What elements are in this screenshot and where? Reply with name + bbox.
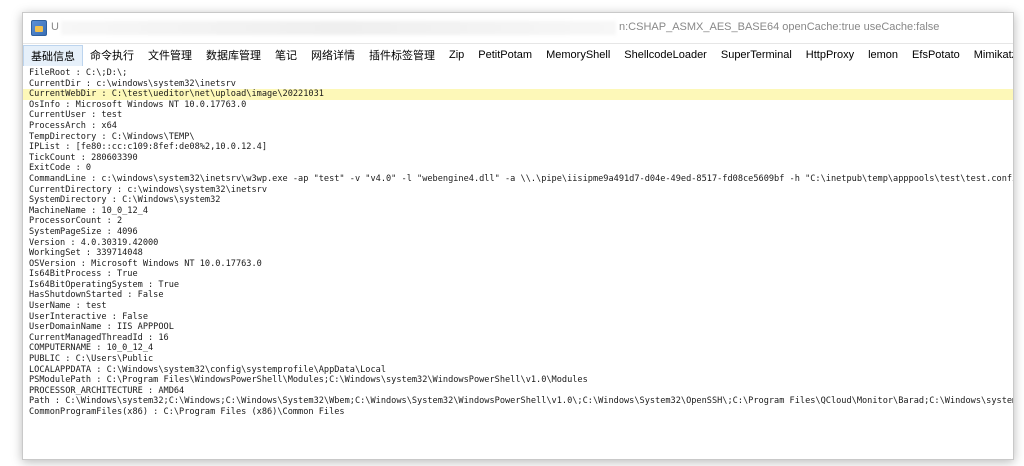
app-window: U n:CSHAP_ASMX_AES_BASE64 openCache:true… <box>22 12 1014 460</box>
tab-item[interactable]: ShellcodeLoader <box>617 44 714 66</box>
info-line[interactable]: CurrentManagedThreadId : 16 <box>23 333 1013 344</box>
window-title-prefix: U <box>51 21 59 33</box>
info-line[interactable]: SystemDirectory : C:\Windows\system32 <box>23 195 1013 206</box>
tab-item[interactable]: 笔记 <box>268 44 304 66</box>
info-line[interactable]: PUBLIC : C:\Users\Public <box>23 354 1013 365</box>
info-line[interactable]: HasShutdownStarted : False <box>23 290 1013 301</box>
app-icon <box>31 20 47 36</box>
info-line[interactable]: Path : C:\Windows\system32;C:\Windows;C:… <box>23 396 1013 407</box>
redacted-title-region <box>61 21 616 35</box>
tab-item[interactable]: Mimikatz <box>967 44 1013 66</box>
info-line[interactable]: PROCESSOR_ARCHITECTURE : AMD64 <box>23 386 1013 397</box>
tab-item[interactable]: 网络详情 <box>304 44 362 66</box>
window-title-suffix: n:CSHAP_ASMX_AES_BASE64 openCache:true u… <box>619 21 940 33</box>
tab-item[interactable]: Zip <box>442 44 471 66</box>
tab-item[interactable]: SuperTerminal <box>714 44 799 66</box>
info-line[interactable]: SystemPageSize : 4096 <box>23 227 1013 238</box>
info-line[interactable]: Version : 4.0.30319.42000 <box>23 238 1013 249</box>
info-line[interactable]: OsInfo : Microsoft Windows NT 10.0.17763… <box>23 100 1013 111</box>
info-line[interactable]: ExitCode : 0 <box>23 163 1013 174</box>
info-line[interactable]: ProcessArch : x64 <box>23 121 1013 132</box>
info-line[interactable]: UserInteractive : False <box>23 312 1013 323</box>
tab-item[interactable]: EfsPotato <box>905 44 967 66</box>
info-line-selected[interactable]: CurrentWebDir : C:\test\ueditor\net\uplo… <box>23 89 1013 100</box>
info-line[interactable]: IPList : [fe80::cc:c109:8fef:de08%2,10.0… <box>23 142 1013 153</box>
info-line[interactable]: PSModulePath : C:\Program Files\WindowsP… <box>23 375 1013 386</box>
info-line[interactable]: TempDirectory : C:\Windows\TEMP\ <box>23 132 1013 143</box>
info-line[interactable]: LOCALAPPDATA : C:\Windows\system32\confi… <box>23 365 1013 376</box>
info-line[interactable]: OSVersion : Microsoft Windows NT 10.0.17… <box>23 259 1013 270</box>
tab-item[interactable]: HttpProxy <box>799 44 861 66</box>
tab-item[interactable]: lemon <box>861 44 905 66</box>
info-line[interactable]: CurrentUser : test <box>23 110 1013 121</box>
info-line[interactable]: UserName : test <box>23 301 1013 312</box>
info-line[interactable]: CommonProgramFiles(x86) : C:\Program Fil… <box>23 407 1013 418</box>
basic-info-panel[interactable]: FileRoot : C:\;D:\; CurrentDir : c:\windo… <box>23 66 1013 459</box>
info-line[interactable]: MachineName : 10_0_12_4 <box>23 206 1013 217</box>
info-line[interactable]: CurrentDir : c:\windows\system32\inetsrv <box>23 79 1013 90</box>
tab-item[interactable]: 数据库管理 <box>199 44 268 66</box>
info-line[interactable]: ProcessorCount : 2 <box>23 216 1013 227</box>
info-line[interactable]: WorkingSet : 339714048 <box>23 248 1013 259</box>
tab-item[interactable]: PetitPotam <box>471 44 539 66</box>
tab-bar: 基础信息 命令执行 文件管理 数据库管理 笔记 网络详情 插件标签管理 Zip PetitPot… <box>23 44 1013 67</box>
tab-item[interactable]: 插件标签管理 <box>362 44 442 66</box>
tab-item[interactable]: MemoryShell <box>539 44 617 66</box>
tab-item[interactable]: 基础信息 <box>23 45 83 66</box>
info-line[interactable]: UserDomainName : IIS APPPOOL <box>23 322 1013 333</box>
info-line[interactable]: TickCount : 280603390 <box>23 153 1013 164</box>
info-line[interactable]: FileRoot : C:\;D:\; <box>23 68 1013 79</box>
tab-item[interactable]: 文件管理 <box>141 44 199 66</box>
info-line[interactable]: Is64BitOperatingSystem : True <box>23 280 1013 291</box>
info-line[interactable]: COMPUTERNAME : 10_0_12_4 <box>23 343 1013 354</box>
tab-item[interactable]: 命令执行 <box>83 44 141 66</box>
title-bar: U n:CSHAP_ASMX_AES_BASE64 openCache:true… <box>23 13 1013 44</box>
info-line[interactable]: CommandLine : c:\windows\system32\inetsr… <box>23 174 1013 185</box>
info-line[interactable]: CurrentDirectory : c:\windows\system32\i… <box>23 185 1013 196</box>
info-line[interactable]: Is64BitProcess : True <box>23 269 1013 280</box>
